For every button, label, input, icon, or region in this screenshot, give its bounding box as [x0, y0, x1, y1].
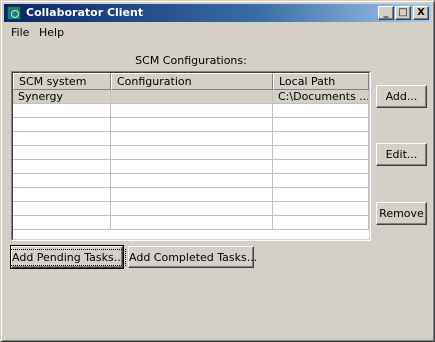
table-cell-config — [111, 146, 273, 160]
table-cell-config — [111, 160, 273, 174]
app-icon — [7, 6, 21, 20]
scm-configurations-label: SCM Configurations: — [135, 54, 247, 67]
table-cell-scm — [13, 132, 111, 146]
table-cell-scm: Synergy — [13, 90, 111, 104]
table-cell-scm — [13, 174, 111, 188]
table-cell-scm — [13, 216, 111, 230]
table-cell-path — [273, 160, 369, 174]
menu-help[interactable]: Help — [39, 26, 64, 39]
table-cell-scm — [13, 188, 111, 202]
table-cell-path — [273, 104, 369, 118]
table-cell-config — [111, 132, 273, 146]
table-cell-path — [273, 174, 369, 188]
remove-button[interactable]: Remove — [376, 202, 427, 225]
close-button[interactable]: X — [413, 6, 429, 20]
table-cell-config — [111, 174, 273, 188]
edit-button[interactable]: Edit... — [376, 143, 427, 166]
table-body: Synergy C:\Documents ... — [13, 90, 370, 239]
table-cell-path — [273, 146, 369, 160]
table-cell-path — [273, 118, 369, 132]
scm-table[interactable]: SCM system Configuration Local Path Syne… — [11, 71, 371, 241]
column-header-configuration[interactable]: Configuration — [111, 73, 273, 90]
table-row[interactable] — [13, 118, 369, 132]
table-cell-scm — [13, 104, 111, 118]
minimize-button[interactable]: _ — [378, 6, 394, 20]
table-cell-scm — [13, 202, 111, 216]
table-row[interactable] — [13, 202, 369, 216]
table-row[interactable] — [13, 132, 369, 146]
table-cell-path: C:\Documents ... — [273, 90, 369, 104]
table-cell-path — [273, 132, 369, 146]
table-cell-path — [273, 216, 369, 230]
table-row[interactable] — [13, 188, 369, 202]
table-row[interactable] — [13, 174, 369, 188]
app-window: Collaborator Client _ □ X File Help SCM … — [0, 0, 435, 342]
table-cell-config — [111, 104, 273, 118]
add-button[interactable]: Add... — [376, 85, 427, 108]
table-row[interactable] — [13, 216, 369, 230]
menu-file[interactable]: File — [11, 26, 29, 39]
table-cell-scm — [13, 160, 111, 174]
table-cell-scm — [13, 118, 111, 132]
table-cell-config — [111, 216, 273, 230]
add-completed-tasks-button[interactable]: Add Completed Tasks... — [128, 246, 257, 268]
window-title: Collaborator Client — [26, 6, 144, 19]
table-header: SCM system Configuration Local Path — [13, 73, 370, 90]
table-row[interactable] — [13, 146, 369, 160]
table-cell-config — [111, 118, 273, 132]
column-header-local-path[interactable]: Local Path — [273, 73, 369, 90]
table-cell-config — [111, 188, 273, 202]
table-cell-path — [273, 202, 369, 216]
menu-bar: File Help — [4, 23, 431, 42]
table-cell-scm — [13, 146, 111, 160]
column-header-scm-system[interactable]: SCM system — [13, 73, 111, 90]
maximize-button[interactable]: □ — [395, 6, 411, 20]
table-cell-path — [273, 188, 369, 202]
table-row[interactable] — [13, 104, 369, 118]
add-pending-tasks-button[interactable]: Add Pending Tasks... — [9, 245, 127, 269]
title-bar[interactable]: Collaborator Client _ □ X — [4, 4, 431, 22]
table-cell-config — [111, 202, 273, 216]
table-row[interactable] — [13, 160, 369, 174]
table-cell-config — [111, 90, 273, 104]
table-row[interactable]: Synergy C:\Documents ... — [13, 90, 369, 104]
